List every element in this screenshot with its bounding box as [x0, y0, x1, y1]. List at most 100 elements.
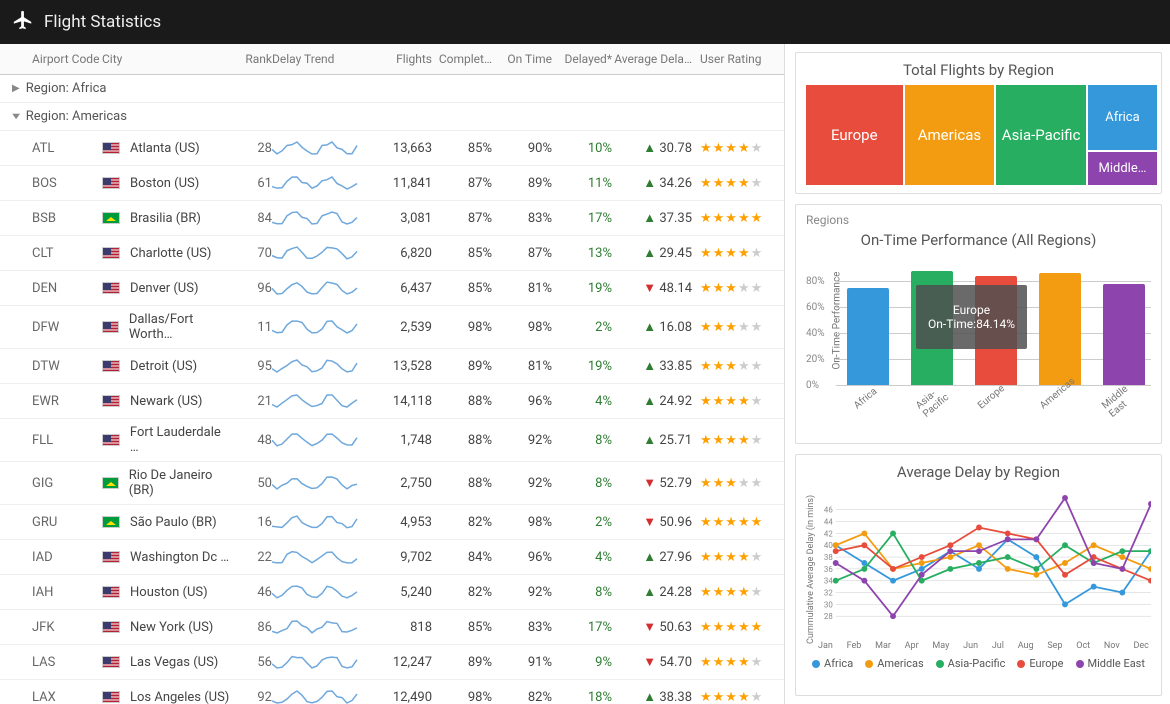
- col-header-code[interactable]: Airport Code: [32, 52, 102, 66]
- treemap-region-asia-pacific[interactable]: Asia-Pacific: [996, 85, 1086, 185]
- cell-flights: 818: [372, 620, 432, 635]
- table-row[interactable]: IAH Houston (US) 46 5,240 82% 92% 8% ▲ 2…: [0, 575, 784, 610]
- cell-avgdelay: ▲ 34.26: [612, 175, 692, 191]
- table-row[interactable]: ATL Atlanta (US) 28 13,663 85% 90% 10% ▲…: [0, 131, 784, 166]
- cell-rank: 28: [232, 141, 272, 156]
- cell-flights: 12,247: [372, 655, 432, 670]
- cell-code: ATL: [32, 141, 102, 156]
- col-header-flights[interactable]: Flights: [372, 52, 432, 66]
- cell-code: LAX: [32, 690, 102, 704]
- cell-sparkline: [272, 511, 372, 533]
- cell-completion: 87%: [432, 176, 492, 191]
- group-row-americas[interactable]: ▶ Region: Americas: [0, 103, 784, 131]
- linechart-card: Average Delay by Region Cummulative Aver…: [795, 454, 1162, 696]
- col-header-city[interactable]: City: [102, 52, 232, 66]
- col-header-completion[interactable]: Complet…: [432, 52, 492, 66]
- cell-city: Boston (US): [102, 176, 232, 191]
- cell-avgdelay: ▲ 30.78: [612, 140, 692, 156]
- flag-icon: [102, 434, 120, 446]
- table-row[interactable]: IAD Washington Dc … 22 9,702 84% 96% 4% …: [0, 540, 784, 575]
- table-row[interactable]: GIG Rio De Janeiro (BR) 50 2,750 88% 92%…: [0, 462, 784, 505]
- cell-delayed: 18%: [552, 690, 612, 704]
- col-header-delayed[interactable]: Delayed*: [552, 52, 612, 66]
- cell-code: DFW: [32, 320, 102, 335]
- col-header-trend[interactable]: Delay Trend: [272, 52, 372, 66]
- flag-icon: [102, 656, 120, 668]
- cell-code: CLT: [32, 246, 102, 261]
- cell-sparkline: [272, 616, 372, 638]
- grid-body[interactable]: ▶ Region: Africa ▶ Region: Americas ATL …: [0, 75, 784, 704]
- flag-icon: [102, 691, 120, 703]
- bar-africa[interactable]: [847, 288, 889, 386]
- charts-panel: Total Flights by Region Europe Americas …: [785, 44, 1170, 704]
- treemap-region-europe[interactable]: Europe: [806, 85, 903, 185]
- bar-middle east[interactable]: [1103, 284, 1145, 385]
- table-row[interactable]: DEN Denver (US) 96 6,437 85% 81% 19% ▼ 4…: [0, 271, 784, 306]
- legend-item[interactable]: Americas: [865, 657, 923, 670]
- cell-delayed: 19%: [552, 359, 612, 374]
- cell-delayed: 8%: [552, 433, 612, 448]
- cell-city: Dallas/Fort Worth…: [102, 312, 232, 342]
- cell-sparkline: [272, 686, 372, 704]
- cell-city: Detroit (US): [102, 359, 232, 374]
- bar-americas[interactable]: [1039, 273, 1081, 385]
- cell-delayed: 19%: [552, 281, 612, 296]
- cell-avgdelay: ▲ 27.96: [612, 549, 692, 565]
- cell-sparkline: [272, 546, 372, 568]
- treemap-region-middle-east[interactable]: Middle…: [1088, 152, 1157, 185]
- cell-ontime: 96%: [492, 550, 552, 565]
- app-header: Flight Statistics: [0, 0, 1170, 44]
- cell-ontime: 82%: [492, 690, 552, 704]
- cell-code: IAH: [32, 585, 102, 600]
- cell-rank: 56: [232, 655, 272, 670]
- flag-icon: [102, 177, 120, 189]
- cell-code: FLL: [32, 433, 102, 448]
- legend-item[interactable]: Europe: [1017, 657, 1063, 670]
- flag-icon: [102, 321, 119, 333]
- flag-icon: [102, 551, 120, 563]
- cell-sparkline: [272, 242, 372, 264]
- linechart[interactable]: Cummulative Average Delay (in mins) 2830…: [806, 487, 1151, 667]
- cell-completion: 98%: [432, 690, 492, 704]
- treemap-region-africa[interactable]: Africa: [1088, 85, 1157, 150]
- legend-item[interactable]: Middle East: [1076, 657, 1145, 670]
- table-row[interactable]: CLT Charlotte (US) 70 6,820 85% 87% 13% …: [0, 236, 784, 271]
- col-header-rank[interactable]: Rank: [232, 52, 272, 66]
- group-row-africa[interactable]: ▶ Region: Africa: [0, 75, 784, 103]
- cell-ontime: 92%: [492, 433, 552, 448]
- bar-europe[interactable]: [975, 276, 1017, 385]
- cell-flights: 13,663: [372, 141, 432, 156]
- table-row[interactable]: LAX Los Angeles (US) 92 12,490 98% 82% 1…: [0, 680, 784, 704]
- treemap-title: Total Flights by Region: [806, 61, 1151, 79]
- col-header-avgdelay[interactable]: Average Dela…: [612, 52, 692, 66]
- bar-asia-pacific[interactable]: [911, 271, 953, 385]
- table-row[interactable]: DTW Detroit (US) 95 13,528 89% 81% 19% ▲…: [0, 349, 784, 384]
- barchart[interactable]: On-Time Performance 0%20%40%60%80%Africa…: [806, 255, 1151, 425]
- cell-completion: 89%: [432, 359, 492, 374]
- table-row[interactable]: JFK New York (US) 86 818 85% 83% 17% ▼ 5…: [0, 610, 784, 645]
- table-row[interactable]: DFW Dallas/Fort Worth… 11 2,539 98% 98% …: [0, 306, 784, 349]
- table-row[interactable]: BSB Brasilia (BR) 84 3,081 87% 83% 17% ▲…: [0, 201, 784, 236]
- cell-rank: 86: [232, 620, 272, 635]
- cell-sparkline: [272, 472, 372, 494]
- cell-city: São Paulo (BR): [102, 515, 232, 530]
- flag-icon: [102, 621, 120, 633]
- cell-city: Rio De Janeiro (BR): [102, 468, 232, 498]
- cell-avgdelay: ▲ 24.28: [612, 584, 692, 600]
- treemap[interactable]: Europe Americas Asia-Pacific Africa Midd…: [806, 85, 1151, 185]
- treemap-region-americas[interactable]: Americas: [905, 85, 995, 185]
- table-row[interactable]: BOS Boston (US) 61 11,841 87% 89% 11% ▲ …: [0, 166, 784, 201]
- cell-flights: 4,953: [372, 515, 432, 530]
- cell-ontime: 91%: [492, 655, 552, 670]
- col-header-rating[interactable]: User Rating: [692, 52, 762, 66]
- cell-avgdelay: ▲ 24.92: [612, 393, 692, 409]
- table-row[interactable]: EWR Newark (US) 21 14,118 88% 96% 4% ▲ 2…: [0, 384, 784, 419]
- table-row[interactable]: LAS Las Vegas (US) 56 12,247 89% 91% 9% …: [0, 645, 784, 680]
- legend-item[interactable]: Asia-Pacific: [936, 657, 1006, 670]
- col-header-ontime[interactable]: On Time: [492, 52, 552, 66]
- legend-item[interactable]: Africa: [812, 657, 853, 670]
- cell-flights: 1,748: [372, 433, 432, 448]
- regions-label: Regions: [806, 213, 1151, 227]
- table-row[interactable]: FLL Fort Lauderdale … 48 1,748 88% 92% 8…: [0, 419, 784, 462]
- table-row[interactable]: GRU São Paulo (BR) 16 4,953 82% 98% 2% ▼…: [0, 505, 784, 540]
